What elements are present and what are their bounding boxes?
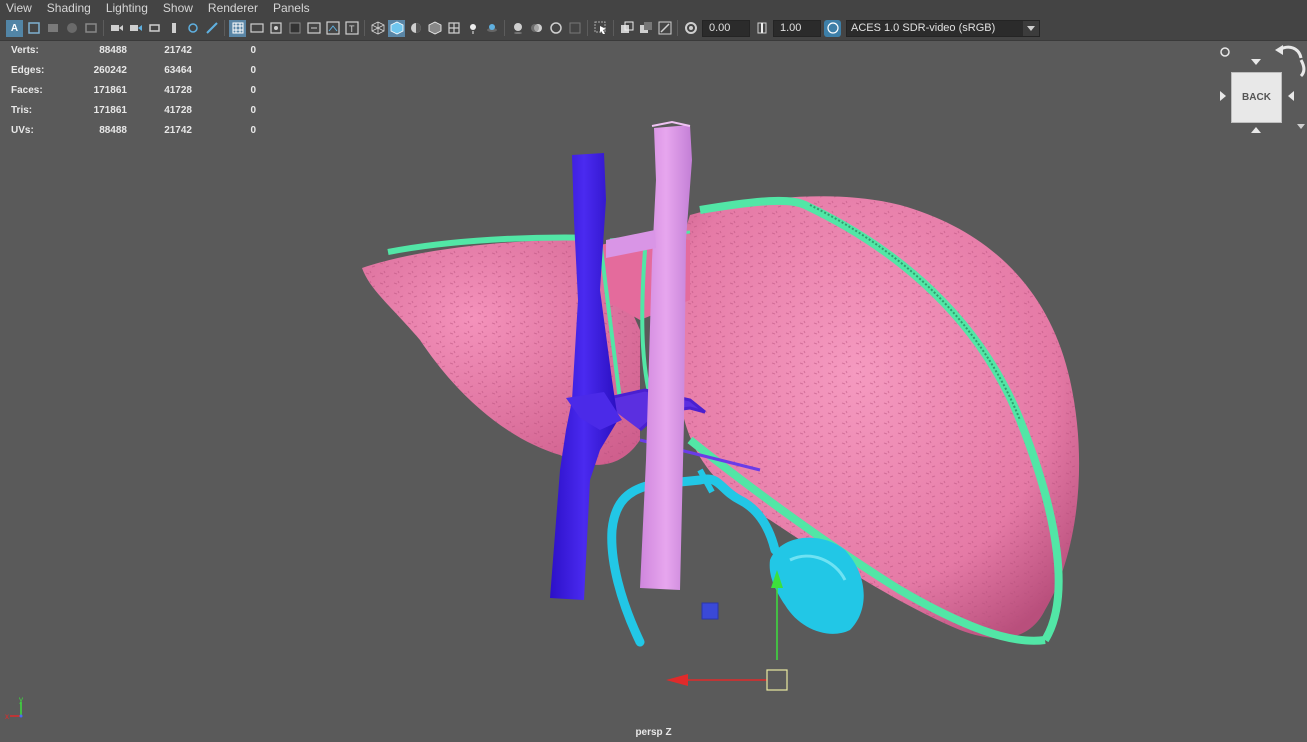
grid-icon[interactable] xyxy=(229,19,246,37)
menu-renderer[interactable]: Renderer xyxy=(202,0,267,16)
motion-blur-icon[interactable] xyxy=(528,20,545,37)
x-ray-active-components-icon[interactable] xyxy=(637,20,654,37)
viewport-toolbar: A T 0.00 1.00 ACES 1.0 SDR-video (sRGB) xyxy=(0,16,1307,41)
safe-action-icon[interactable] xyxy=(324,20,341,37)
move-manipulator[interactable] xyxy=(666,570,788,691)
gamma-field[interactable]: 1.00 xyxy=(773,19,821,37)
manipulator-x-arrow[interactable] xyxy=(666,674,688,686)
wireframe-icon[interactable] xyxy=(369,20,386,37)
exposure-field[interactable]: 0.00 xyxy=(702,19,750,37)
default-material-icon[interactable] xyxy=(407,20,424,37)
bookmark-icon[interactable] xyxy=(44,20,61,37)
pan-zoom-icon[interactable] xyxy=(184,20,201,37)
select-camera-icon[interactable]: A xyxy=(6,19,23,37)
toolbar-separator xyxy=(364,20,365,36)
image-plane-icon[interactable] xyxy=(63,20,80,37)
viewcube-arrow-right-icon[interactable] xyxy=(1288,91,1294,101)
camera-name-label: persp Z xyxy=(635,727,672,738)
axis-x-label: x xyxy=(5,712,9,721)
camera-attributes-icon[interactable] xyxy=(25,20,42,37)
axis-z-dot xyxy=(19,714,23,718)
liver-right-lobe[interactable] xyxy=(674,196,1080,645)
svg-text:T: T xyxy=(349,24,355,34)
resolution-gate-icon[interactable] xyxy=(267,20,284,37)
menu-panels[interactable]: Panels xyxy=(267,0,319,16)
menu-view[interactable]: View xyxy=(0,0,41,16)
shadows-icon[interactable] xyxy=(483,20,500,37)
isolate-select-icon[interactable] xyxy=(592,20,609,37)
x-ray-icon[interactable] xyxy=(618,20,635,37)
color-space-select[interactable]: ACES 1.0 SDR-video (sRGB) xyxy=(846,19,1040,37)
exposure-icon[interactable] xyxy=(682,20,699,37)
viewcube[interactable]: BACK xyxy=(1213,42,1307,138)
toolbar-separator xyxy=(504,20,505,36)
menu-lighting[interactable]: Lighting xyxy=(100,0,157,16)
viewcube-arrow-down-icon[interactable] xyxy=(1251,127,1261,133)
textured-icon[interactable] xyxy=(445,20,462,37)
bookmark-flag-icon[interactable] xyxy=(165,20,182,37)
two-d-pan-icon[interactable] xyxy=(82,20,99,37)
gamma-icon[interactable] xyxy=(753,20,770,37)
viewcube-arrow-left-icon[interactable] xyxy=(1220,91,1226,101)
viewcube-arrow-up-icon[interactable] xyxy=(1251,59,1261,65)
viewcube-face[interactable]: BACK xyxy=(1231,72,1282,123)
toolbar-separator xyxy=(677,20,678,36)
safe-title-icon[interactable]: T xyxy=(343,20,360,37)
pencil-icon[interactable] xyxy=(203,20,220,37)
viewport-menubar: View Shading Lighting Show Renderer Pane… xyxy=(0,0,1307,16)
manipulator-plane-handle[interactable] xyxy=(701,602,719,620)
multisample-aa-icon[interactable] xyxy=(547,20,564,37)
color-space-label: ACES 1.0 SDR-video (sRGB) xyxy=(851,22,996,34)
toolbar-separator xyxy=(587,20,588,36)
depth-of-field-icon[interactable] xyxy=(566,20,583,37)
camera-icon[interactable] xyxy=(108,20,125,37)
rotate-ccw-arrowhead-icon xyxy=(1275,45,1283,55)
grease-pencil-icon[interactable] xyxy=(146,20,163,37)
smooth-shade-icon[interactable] xyxy=(388,19,405,37)
chevron-down-icon[interactable] xyxy=(1023,20,1039,36)
toolbar-separator xyxy=(224,20,225,36)
toolbar-separator xyxy=(613,20,614,36)
menu-shading[interactable]: Shading xyxy=(41,0,100,16)
axis-indicator: y x xyxy=(5,695,23,721)
use-all-lights-icon[interactable] xyxy=(464,20,481,37)
wireframe-on-shaded-icon[interactable] xyxy=(426,20,443,37)
menu-show[interactable]: Show xyxy=(157,0,202,16)
manipulator-center-handle[interactable] xyxy=(766,669,788,691)
viewport-3d-scene[interactable] xyxy=(0,40,1307,726)
camera-lock-icon[interactable] xyxy=(127,20,144,37)
home-icon[interactable] xyxy=(1220,47,1230,57)
color-management-icon[interactable] xyxy=(824,19,841,37)
field-chart-icon[interactable] xyxy=(305,20,322,37)
toolbar-separator xyxy=(103,20,104,36)
gate-mask-icon[interactable] xyxy=(286,20,303,37)
film-gate-icon[interactable] xyxy=(248,20,265,37)
x-ray-joints-icon[interactable] xyxy=(656,20,673,37)
viewcube-menu-chevron-icon[interactable] xyxy=(1297,124,1305,129)
axis-y-label: y xyxy=(19,695,23,704)
screen-space-ao-icon[interactable] xyxy=(509,20,526,37)
rotate-cw-icon[interactable] xyxy=(1299,59,1306,78)
